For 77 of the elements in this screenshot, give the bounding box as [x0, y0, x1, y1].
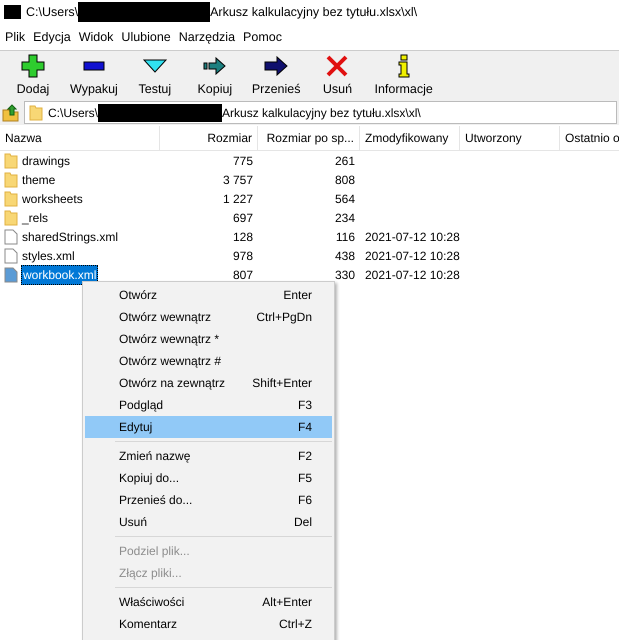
file-name[interactable]: worksheets — [21, 190, 84, 208]
toolbar-button[interactable]: Przenieś — [248, 54, 304, 99]
table-cell-text: 808 — [334, 172, 356, 188]
menu-option[interactable]: Komentarz Ctrl+Z — [85, 613, 332, 635]
column-header[interactable]: Nazwa — [0, 126, 160, 150]
column-header[interactable]: Utworzony — [460, 126, 560, 150]
toolbar-button[interactable]: Dodaj — [6, 54, 60, 99]
address-text: Arkusz kalkulacyjny bez tytułu.xlsx\xl\ — [222, 104, 421, 122]
folder-icon — [4, 210, 18, 226]
window-title: C:\Users\ — [26, 4, 78, 21]
column-header[interactable]: Rozmiar po sp... — [258, 126, 360, 150]
menu-option[interactable]: Otwórz na zewnątrz Shift+Enter — [85, 372, 332, 394]
toolbar-button[interactable]: Usuń — [310, 54, 364, 99]
file-name[interactable]: theme — [21, 170, 56, 188]
table-cell-text: 116 — [334, 228, 356, 246]
address-field[interactable]: C:\Users\ Arkusz kalkulacyjny bez tytułu.xlsx\xl\ — [24, 101, 617, 124]
menu-option[interactable]: Podgląd F3 — [85, 394, 332, 416]
menu-option[interactable]: Otwórz Enter — [85, 284, 332, 306]
table-cell-text: 807 — [232, 266, 254, 284]
menu-option[interactable]: Otwórz wewnątrz * — [85, 328, 332, 350]
table-cell-text: 3 757 — [222, 172, 254, 188]
menu-option[interactable]: Właściwości Alt+Enter — [85, 591, 332, 613]
plus-icon — [21, 54, 45, 78]
table-cell-text: 564 — [334, 190, 356, 208]
table-cell-text: 128 — [232, 228, 254, 246]
column-header[interactable]: Ostatnio o — [560, 126, 619, 150]
table-cell-text: 775 — [232, 152, 254, 170]
arrow-icon — [264, 54, 288, 78]
toolbar-button[interactable]: Kopiuj — [188, 54, 242, 99]
menu-option: Złącz pliki... — [85, 562, 332, 584]
file-name[interactable]: styles.xml — [21, 246, 76, 264]
menu-option[interactable]: Usuń Del — [85, 511, 332, 533]
menu-item[interactable]: Narzędzia — [174, 28, 240, 46]
menu-item[interactable]: Pomoc — [239, 28, 286, 46]
toolbar-button[interactable]: Wypakuj — [66, 54, 122, 99]
menu-option[interactable]: Kopiuj do... F5 — [85, 467, 332, 489]
app-logo — [4, 5, 21, 19]
window-title: Arkusz kalkulacyjny bez tytułu.xlsx\xl\ — [210, 4, 418, 21]
menu-option[interactable]: Otwórz wewnątrz Ctrl+PgDn — [85, 306, 332, 328]
menu-option: Podziel plik... — [85, 540, 332, 562]
table-cell-text: 2021-07-12 10:28 — [364, 248, 460, 264]
table-cell-text: 438 — [334, 248, 356, 264]
menu-item[interactable]: Edycja — [29, 28, 75, 46]
folder-icon — [4, 190, 18, 206]
menu-option[interactable]: Otwórz wewnątrz # — [85, 350, 332, 372]
file-name[interactable]: drawings — [21, 152, 72, 170]
table-cell-text: 261 — [334, 152, 356, 170]
table-cell-text: 978 — [232, 248, 254, 264]
menu-item[interactable]: Ulubione — [117, 28, 175, 46]
table-cell-text: 330 — [334, 266, 356, 284]
up-folder-icon[interactable] — [2, 104, 20, 122]
table-cell-text: 234 — [334, 210, 356, 226]
file-icon — [4, 228, 18, 244]
file-name[interactable]: workbook.xml — [21, 264, 98, 284]
arrow-icon — [202, 54, 227, 78]
column-header[interactable]: Rozmiar — [160, 126, 258, 150]
menu-item[interactable]: Widok — [74, 28, 118, 46]
table-cell-text: 2021-07-12 10:28 — [364, 228, 460, 246]
menu-option[interactable]: Zmień nazwę F2 — [85, 445, 332, 467]
table-cell-text: 1 227 — [222, 190, 254, 208]
cross-icon — [325, 54, 350, 78]
file-name[interactable]: sharedStrings.xml — [21, 228, 120, 246]
menu-option[interactable]: Edytuj F4 — [85, 416, 332, 438]
menu-item[interactable]: Plik — [1, 28, 30, 46]
file-icon — [4, 266, 18, 282]
toolbar-button[interactable]: Informacje — [370, 54, 437, 99]
menu-option[interactable]: Przenieś do... F6 — [85, 489, 332, 511]
table-cell-text: 2021-07-12 10:28 — [364, 266, 460, 284]
file-name[interactable]: _rels — [21, 208, 50, 226]
folder-icon — [29, 104, 43, 120]
file-icon — [4, 248, 18, 264]
address-text: C:\Users\ — [48, 104, 98, 122]
folder-icon — [4, 172, 18, 188]
column-header[interactable]: Zmodyfikowany — [360, 126, 460, 150]
table-cell-text: 697 — [232, 210, 254, 226]
toolbar-button[interactable]: Testuj — [128, 54, 182, 99]
folder-icon — [4, 152, 18, 168]
